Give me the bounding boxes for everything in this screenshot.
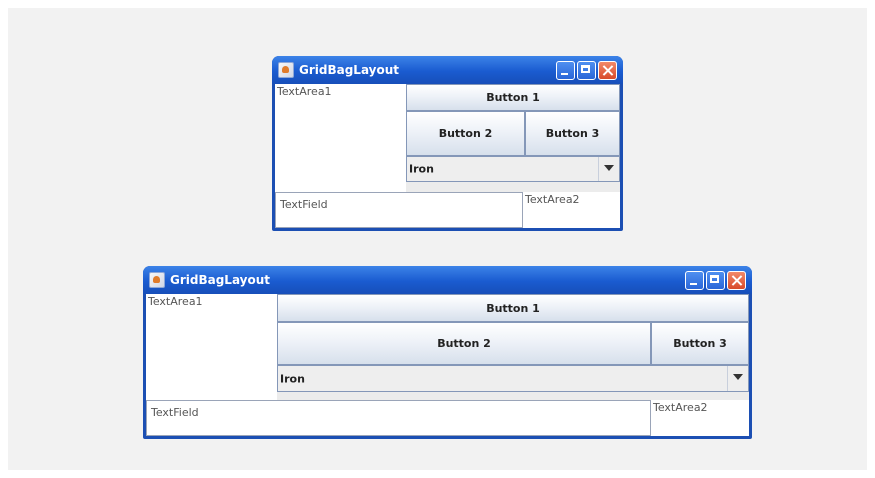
- button-1[interactable]: Button 1: [277, 294, 749, 322]
- gridbaglayout-window-large: GridBagLayout TextArea1 Button 1 Button …: [143, 266, 752, 439]
- textarea2[interactable]: TextArea2: [651, 400, 749, 436]
- title-bar[interactable]: GridBagLayout: [143, 266, 752, 294]
- window-content: TextArea1 Button 1 Button 2 Button 3 Iro…: [146, 294, 749, 436]
- window-controls: [685, 271, 746, 290]
- window-controls: [556, 61, 617, 80]
- textfield[interactable]: TextField: [146, 400, 651, 436]
- close-icon[interactable]: [598, 61, 617, 80]
- java-cup-icon: [278, 62, 294, 78]
- window-title: GridBagLayout: [299, 63, 400, 77]
- minimize-icon[interactable]: [556, 61, 575, 80]
- maximize-icon[interactable]: [706, 271, 725, 290]
- textfield[interactable]: TextField: [275, 192, 523, 228]
- combo-selected-value: Iron: [409, 162, 434, 176]
- button-3[interactable]: Button 3: [525, 111, 620, 156]
- textarea1[interactable]: TextArea1: [146, 294, 277, 402]
- material-combo-box[interactable]: Iron: [277, 365, 749, 392]
- window-title: GridBagLayout: [170, 273, 271, 287]
- button-3[interactable]: Button 3: [651, 322, 749, 365]
- combo-selected-value: Iron: [280, 372, 305, 385]
- chevron-down-icon[interactable]: [727, 366, 748, 391]
- close-icon[interactable]: [727, 271, 746, 290]
- textarea1[interactable]: TextArea1: [275, 84, 406, 192]
- title-bar[interactable]: GridBagLayout: [272, 56, 623, 84]
- minimize-icon[interactable]: [685, 271, 704, 290]
- window-content: TextArea1 Button 1 Button 2 Button 3 Iro…: [275, 84, 620, 228]
- gridbaglayout-window-small: GridBagLayout TextArea1 Button 1 Button …: [272, 56, 623, 231]
- material-combo-box[interactable]: Iron: [406, 156, 620, 182]
- maximize-icon[interactable]: [577, 61, 596, 80]
- button-2[interactable]: Button 2: [277, 322, 651, 365]
- chevron-down-icon[interactable]: [598, 157, 619, 181]
- button-2[interactable]: Button 2: [406, 111, 525, 156]
- button-1[interactable]: Button 1: [406, 84, 620, 111]
- java-cup-icon: [149, 272, 165, 288]
- textarea2[interactable]: TextArea2: [523, 192, 620, 228]
